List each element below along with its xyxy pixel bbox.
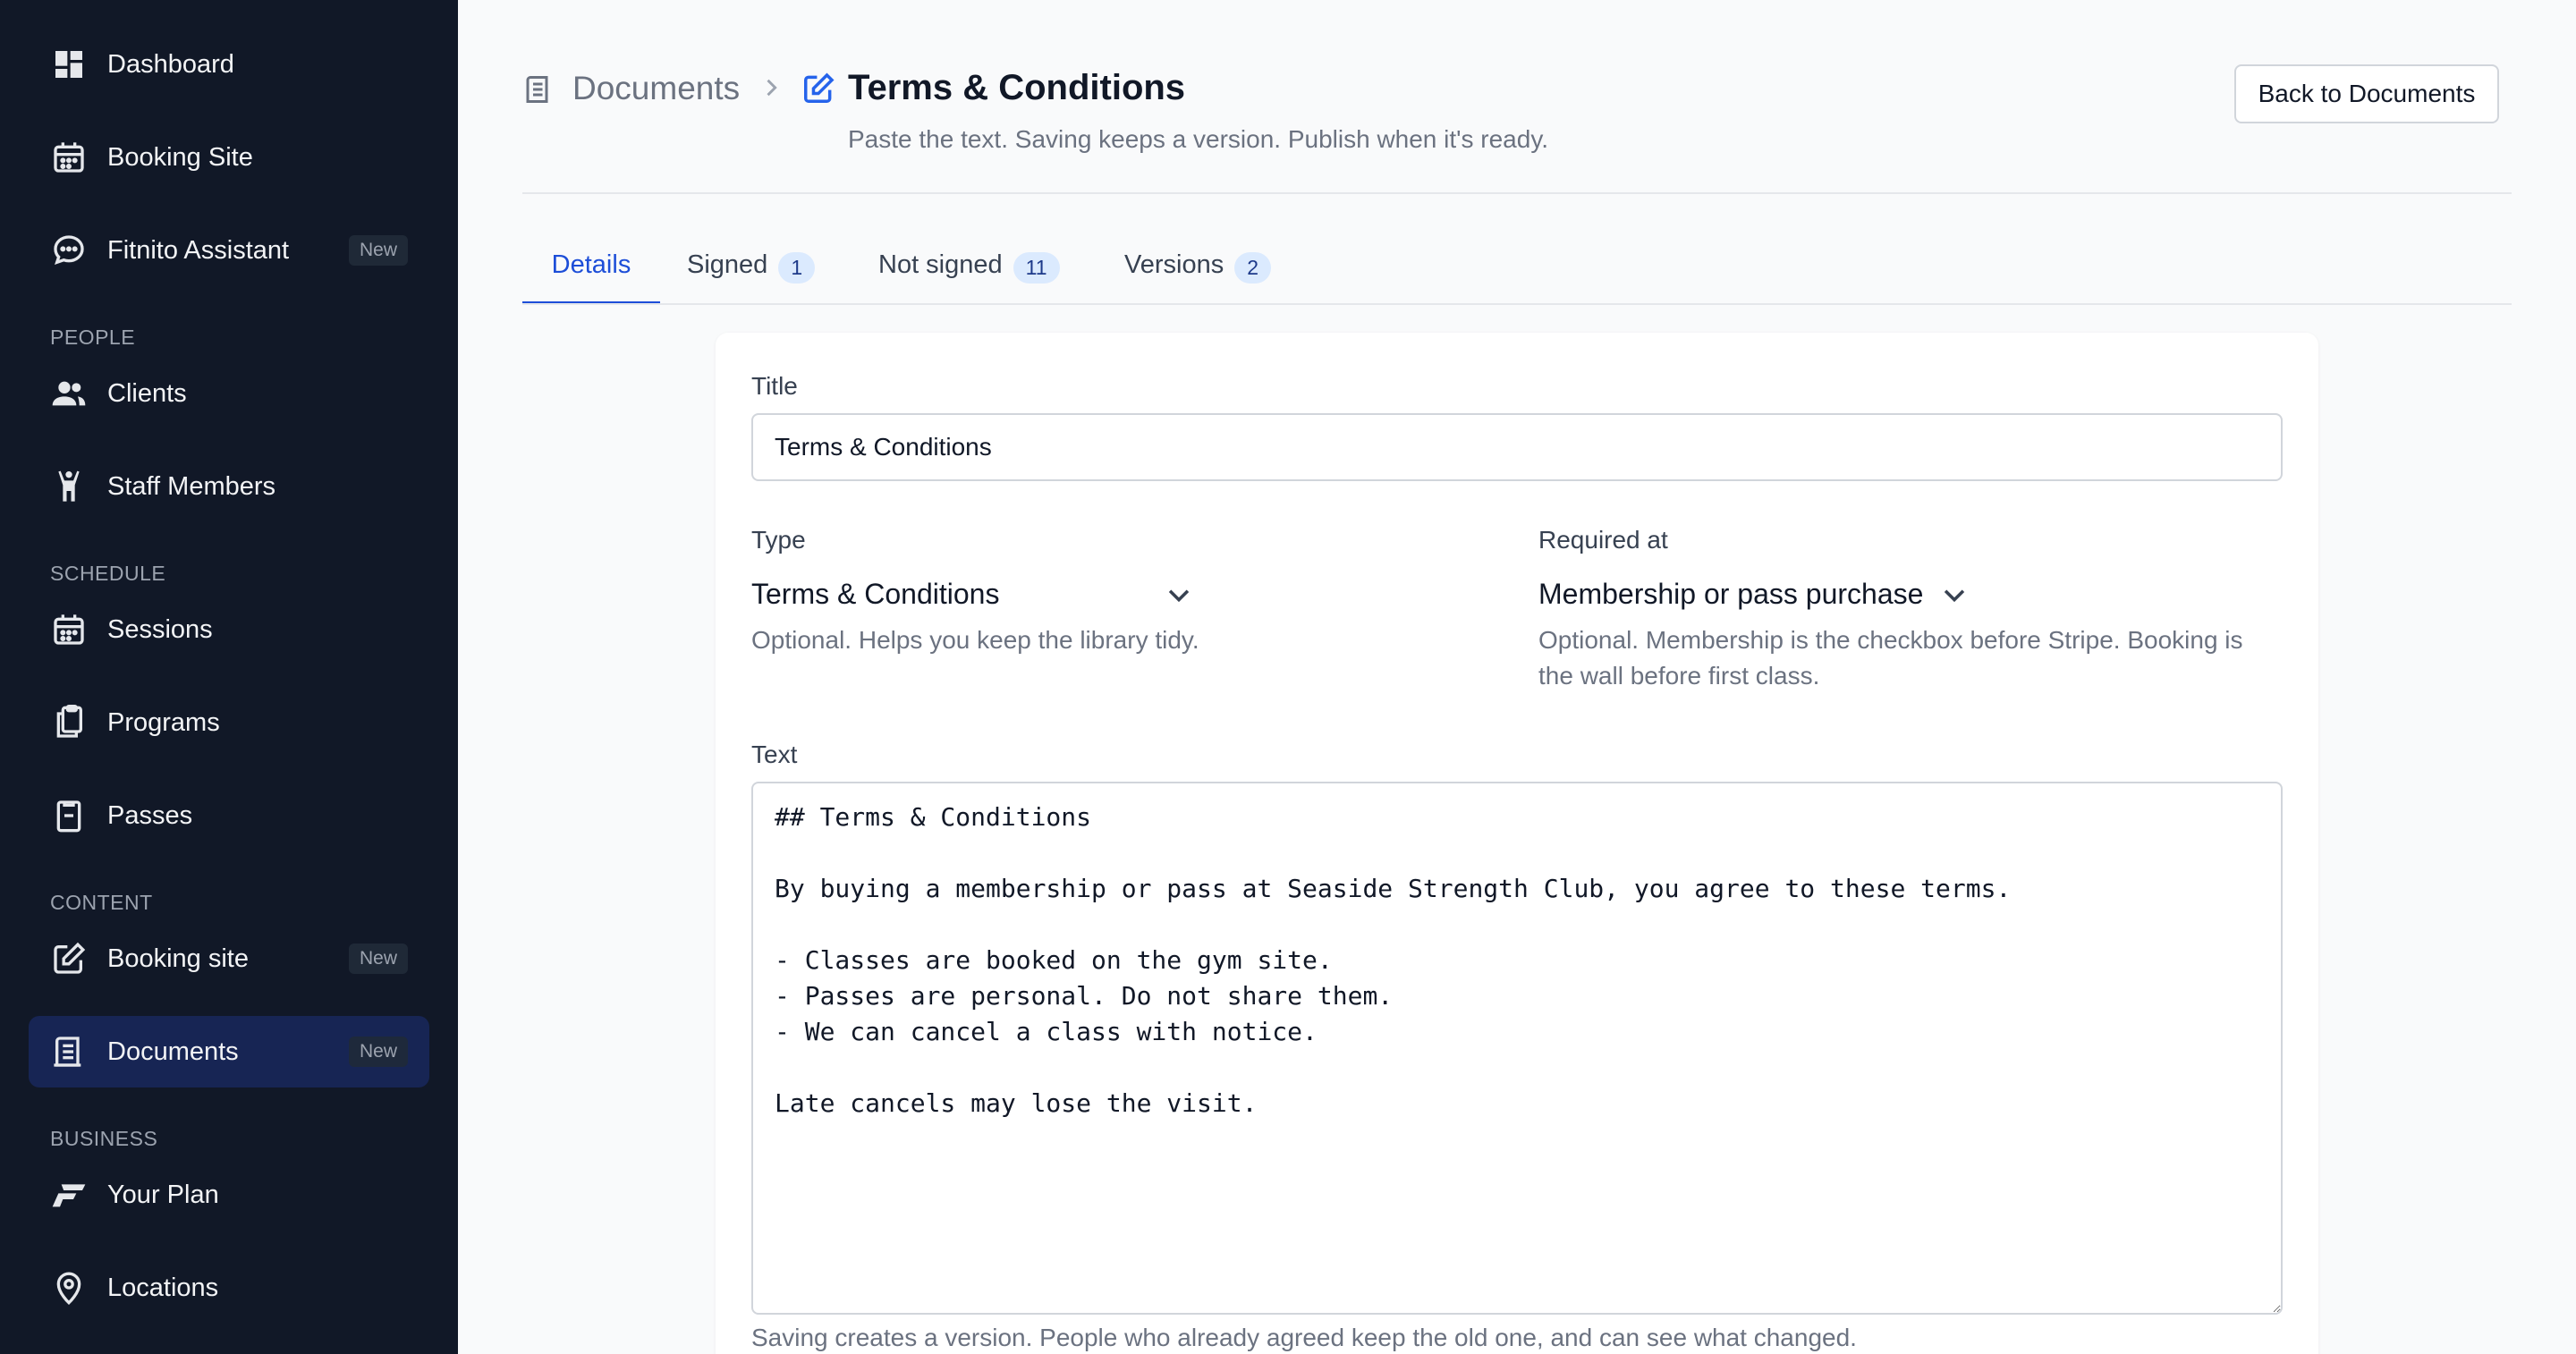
required-at-help-line-1: Optional. Membership is the checkbox bef… xyxy=(1538,626,2243,654)
sidebar-item-label: Booking Site xyxy=(107,142,253,172)
tab-label: Details xyxy=(551,250,631,279)
sidebar-item-label: Locations xyxy=(107,1273,219,1302)
section-label-schedule: SCHEDULE xyxy=(50,562,166,585)
sidebar-item-booking-site-top[interactable]: Booking Site xyxy=(29,122,429,193)
sidebar-item-booking-site[interactable]: Booking site New xyxy=(29,923,429,994)
sidebar-item-dashboard[interactable]: Dashboard xyxy=(29,29,429,100)
section-label-content: CONTENT xyxy=(50,891,153,914)
person-icon xyxy=(50,468,88,505)
sidebar-item-documents[interactable]: Documents New xyxy=(29,1016,429,1087)
required-at-select-value: Membership or pass purchase xyxy=(1538,578,1924,610)
document-text-area[interactable]: ## Terms & Conditions By buying a member… xyxy=(751,782,2283,1315)
new-badge: New xyxy=(348,1037,408,1067)
sidebar-item-label: Programs xyxy=(107,707,220,737)
new-badge: New xyxy=(348,944,408,974)
sidebar-item-clients[interactable]: Clients xyxy=(29,358,429,429)
sidebar-item-label: Booking site xyxy=(107,944,249,973)
sidebar: Dashboard Booking Site Fitnito Assistant… xyxy=(0,0,458,1354)
tab-label: Versions xyxy=(1124,250,1224,279)
tab-signed[interactable]: Signed 1 xyxy=(687,250,816,304)
main-content: Documents Terms & Conditions Paste the t… xyxy=(458,0,2576,1354)
tab-count-badge: 1 xyxy=(778,252,816,283)
sidebar-item-programs[interactable]: Programs xyxy=(29,687,429,758)
document-form-card: Title Type Terms & Conditions Optional. … xyxy=(716,333,2318,1354)
required-at-help-line-2: the wall before first class. xyxy=(1538,662,1820,690)
text-field-label: Text xyxy=(751,740,798,768)
page-title: Terms & Conditions xyxy=(848,68,1186,107)
type-select-value: Terms & Conditions xyxy=(751,578,1000,610)
sidebar-item-staff[interactable]: Staff Members xyxy=(29,451,429,522)
title-field-label: Title xyxy=(751,372,798,400)
sidebar-item-label: Documents xyxy=(107,1037,239,1066)
page-subtitle: Paste the text. Saving keeps a version. … xyxy=(848,125,1549,153)
tab-details[interactable]: Details xyxy=(522,250,660,305)
new-badge: New xyxy=(348,235,408,266)
calendar-icon xyxy=(50,611,88,648)
tab-label: Not signed xyxy=(878,250,1003,279)
chevron-right-icon xyxy=(758,75,784,100)
breadcrumb-documents-link[interactable]: Documents xyxy=(572,70,740,107)
sidebar-item-passes[interactable]: Passes xyxy=(29,780,429,851)
section-label-people: PEOPLE xyxy=(50,326,136,349)
tabs-divider xyxy=(522,303,2512,305)
required-at-select[interactable]: Membership or pass purchase xyxy=(1538,578,1970,611)
type-select[interactable]: Terms & Conditions xyxy=(751,578,1194,611)
sidebar-item-label: Staff Members xyxy=(107,471,276,501)
sidebar-item-sessions[interactable]: Sessions xyxy=(29,594,429,665)
sidebar-item-label: Sessions xyxy=(107,614,213,644)
header-divider xyxy=(522,192,2512,194)
tab-count-badge: 11 xyxy=(1013,252,1060,283)
chat-icon xyxy=(50,232,88,269)
tab-versions[interactable]: Versions 2 xyxy=(1124,250,1272,304)
tab-count-badge: 2 xyxy=(1234,252,1272,283)
chevron-down-icon xyxy=(1923,580,1970,610)
required-at-help-text: Optional. Membership is the checkbox bef… xyxy=(1538,622,2243,694)
map-pin-icon xyxy=(50,1269,88,1307)
sidebar-item-plan[interactable]: Your Plan xyxy=(29,1159,429,1231)
sidebar-item-label: Dashboard xyxy=(107,49,234,79)
type-help-text: Optional. Helps you keep the library tid… xyxy=(751,626,1199,654)
dashboard-icon xyxy=(50,46,88,83)
pass-icon xyxy=(50,797,88,834)
sidebar-item-label: Passes xyxy=(107,800,193,830)
document-icon xyxy=(50,1033,88,1071)
edit-icon xyxy=(50,940,88,977)
chevron-down-icon xyxy=(1148,580,1194,610)
sidebar-item-label: Clients xyxy=(107,378,187,408)
edit-icon xyxy=(801,72,835,106)
clipboard-icon xyxy=(50,704,88,741)
calendar-icon xyxy=(50,139,88,176)
type-field-label: Type xyxy=(751,526,806,554)
required-at-field-label: Required at xyxy=(1538,526,1668,554)
tab-label: Signed xyxy=(687,250,768,279)
sidebar-item-label: Your Plan xyxy=(107,1180,219,1209)
users-icon xyxy=(50,375,88,412)
sidebar-item-locations[interactable]: Locations xyxy=(29,1252,429,1324)
document-icon xyxy=(522,73,555,106)
fitnito-logo-icon xyxy=(50,1176,88,1214)
tab-not-signed[interactable]: Not signed 11 xyxy=(878,250,1060,304)
sidebar-item-label: Fitnito Assistant xyxy=(107,235,290,265)
back-to-documents-button[interactable]: Back to Documents xyxy=(2234,64,2499,123)
title-input[interactable] xyxy=(751,413,2283,481)
section-label-business: BUSINESS xyxy=(50,1127,158,1150)
text-help-text: Saving creates a version. People who alr… xyxy=(751,1324,1857,1351)
sidebar-item-assistant[interactable]: Fitnito Assistant New xyxy=(29,215,429,286)
